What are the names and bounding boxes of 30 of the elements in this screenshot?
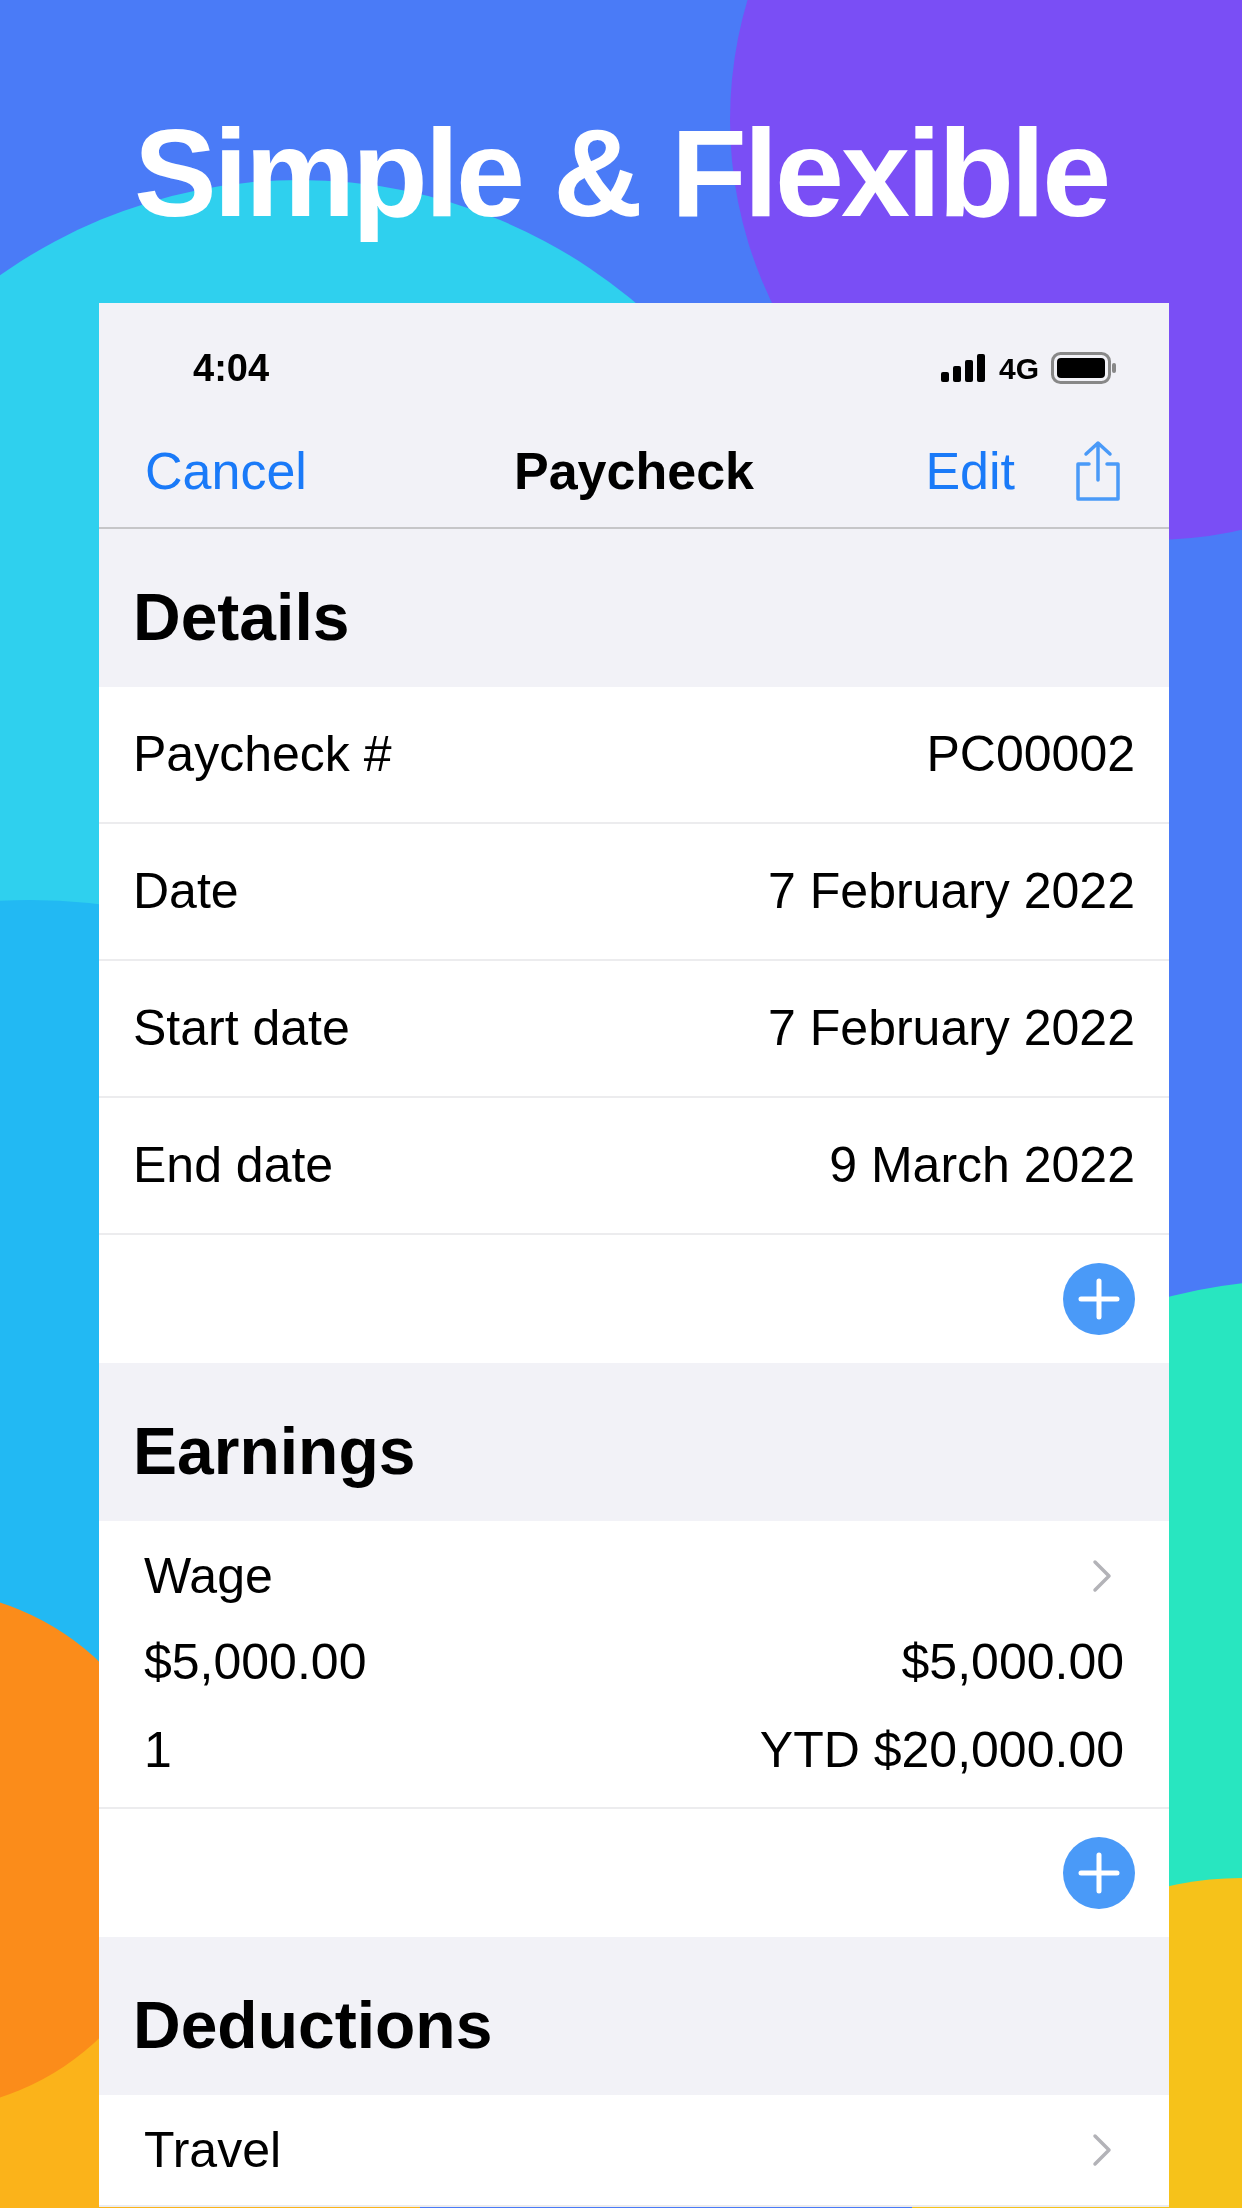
- item-quantity: 1: [144, 1721, 172, 1780]
- item-amount: $5,000.00: [901, 1633, 1124, 1692]
- section-header: Details: [133, 578, 350, 656]
- cancel-button[interactable]: Cancel: [145, 432, 307, 511]
- field-value: 7 February 2022: [768, 862, 1135, 921]
- field-label: Start date: [133, 999, 350, 1058]
- share-icon[interactable]: [1073, 440, 1123, 503]
- add-button[interactable]: [1063, 1837, 1135, 1909]
- field-label: Date: [133, 862, 239, 921]
- signal-icon: [940, 354, 987, 383]
- headline: Simple & Flexible: [133, 103, 1109, 244]
- item-name[interactable]: Travel: [144, 2117, 282, 2183]
- status-time: 4:04: [193, 345, 270, 391]
- chevron-icon: [1092, 1559, 1112, 1593]
- field-value: PC00002: [926, 725, 1135, 784]
- field-label: End date: [133, 1136, 334, 1195]
- network-label: 4G: [998, 350, 1039, 387]
- field-label: Paycheck #: [133, 725, 392, 784]
- item-rate: $5,000.00: [144, 1633, 367, 1692]
- screen-title: Paycheck: [514, 441, 754, 503]
- chevron-icon: [1092, 2133, 1112, 2167]
- battery-icon: [1051, 352, 1117, 385]
- item-ytd: YTD $20,000.00: [759, 1721, 1124, 1780]
- field-value: 9 March 2022: [829, 1136, 1135, 1195]
- section-header: Earnings: [133, 1412, 416, 1490]
- item-name[interactable]: Wage: [144, 1543, 273, 1609]
- field-value: 7 February 2022: [768, 999, 1135, 1058]
- section-header: Deductions: [133, 1986, 493, 2064]
- add-button[interactable]: [1063, 1263, 1135, 1335]
- edit-button[interactable]: Edit: [925, 432, 1015, 511]
